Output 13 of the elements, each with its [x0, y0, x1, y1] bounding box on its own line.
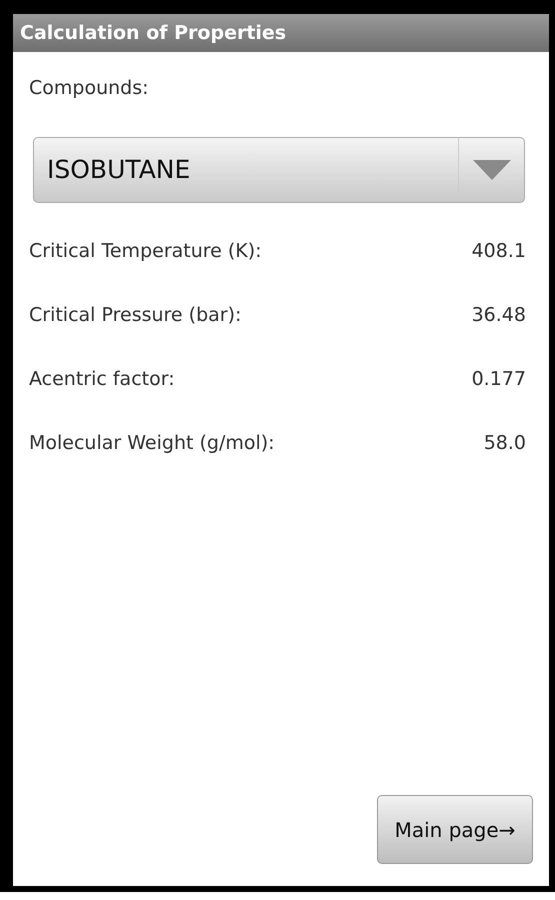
- property-value: 0.177: [472, 367, 526, 392]
- property-value: 58.0: [484, 431, 526, 456]
- property-label: Acentric factor:: [29, 367, 175, 392]
- property-value: 36.48: [472, 303, 526, 328]
- main-page-button[interactable]: Main page→: [377, 795, 533, 864]
- property-label: Critical Pressure (bar):: [29, 303, 242, 328]
- compounds-label: Compounds:: [29, 76, 149, 101]
- property-value: 408.1: [472, 239, 526, 264]
- dropdown-caret-icon: [472, 160, 510, 180]
- compound-dropdown[interactable]: ISOBUTANE: [33, 136, 525, 202]
- window-title: Calculation of Properties: [20, 20, 286, 46]
- property-label: Critical Temperature (K):: [29, 239, 262, 264]
- property-label: Molecular Weight (g/mol):: [29, 431, 275, 456]
